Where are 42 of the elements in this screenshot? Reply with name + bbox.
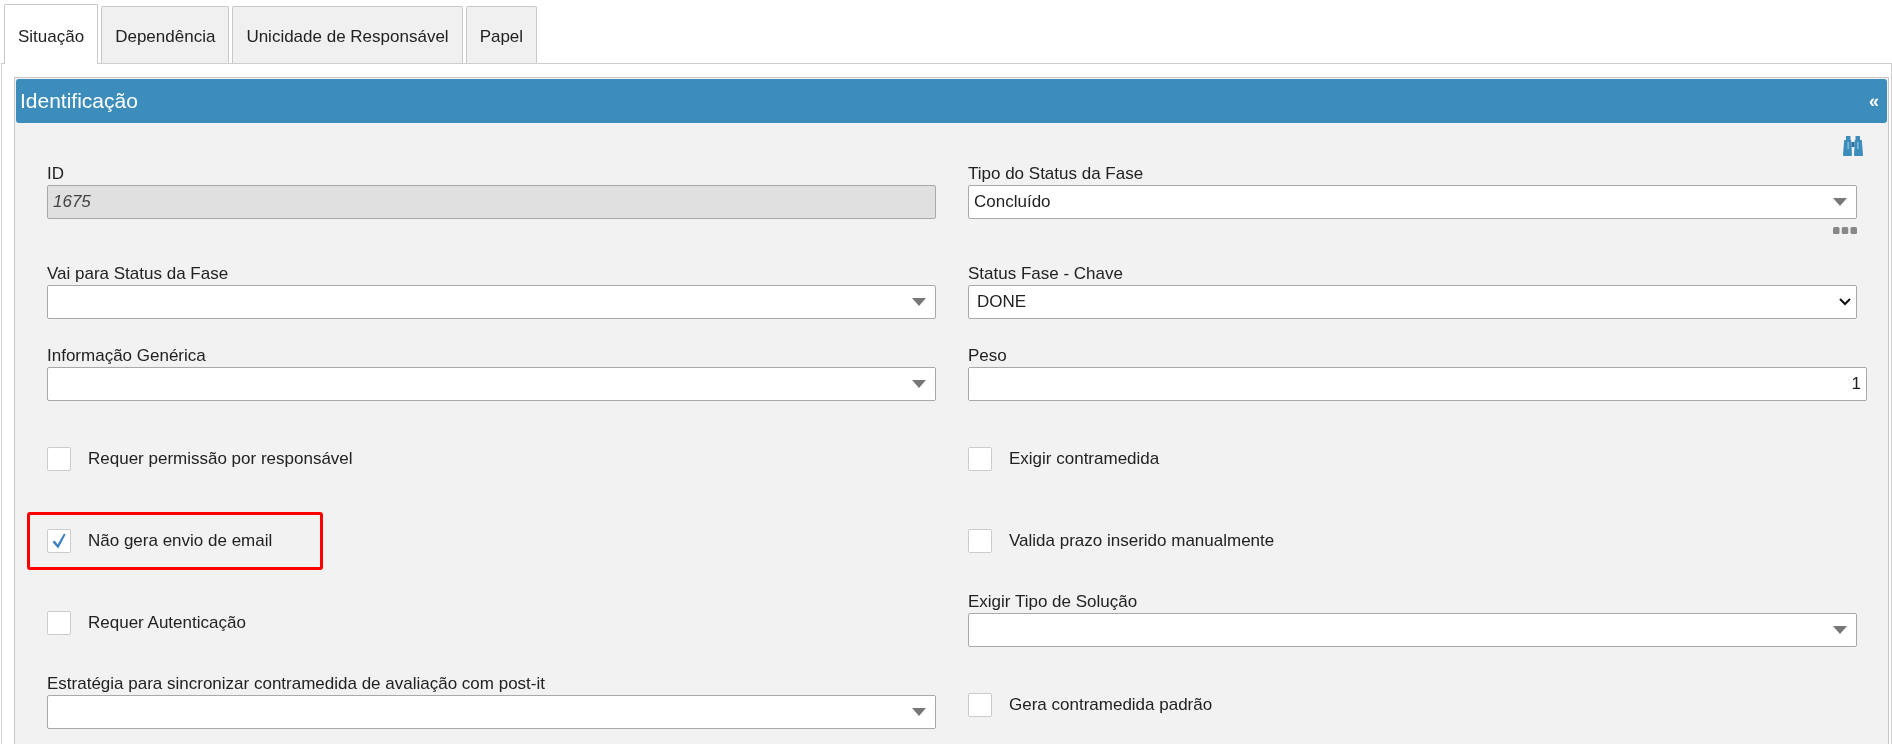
chevron-icon[interactable] bbox=[1839, 298, 1851, 306]
checkbox[interactable] bbox=[968, 529, 992, 553]
field-label: Informação Genérica bbox=[47, 346, 206, 365]
checkbox-label[interactable]: Requer permissão por responsável bbox=[88, 449, 353, 469]
collapse-button[interactable]: « bbox=[1869, 92, 1879, 110]
tab[interactable]: Unicidade de Responsável bbox=[232, 6, 463, 63]
checkbox-label[interactable]: Gera contramedida padrão bbox=[1009, 695, 1213, 715]
caret-icon[interactable] bbox=[912, 708, 926, 716]
checkbox[interactable] bbox=[47, 529, 71, 553]
caret-icon[interactable] bbox=[1833, 198, 1847, 206]
number-field[interactable]: 1 bbox=[968, 367, 1867, 401]
tab[interactable]: Situação bbox=[4, 4, 99, 64]
checkbox[interactable] bbox=[968, 447, 992, 471]
field-label: Peso bbox=[968, 346, 1007, 365]
field-label: Tipo do Status da Fase bbox=[968, 164, 1144, 183]
checkbox[interactable] bbox=[47, 611, 71, 635]
checkbox-label[interactable]: Exigir contramedida bbox=[1009, 449, 1160, 469]
panel-title: Identificação bbox=[20, 89, 138, 113]
field-label: ID bbox=[47, 164, 64, 183]
tab[interactable]: Dependência bbox=[101, 6, 230, 63]
dropdown-field[interactable] bbox=[47, 285, 936, 319]
check-icon bbox=[52, 533, 66, 549]
dropdown-field[interactable] bbox=[47, 367, 936, 401]
checkbox[interactable] bbox=[47, 447, 71, 471]
field-label: Vai para Status da Fase bbox=[47, 264, 229, 283]
binoculars-icon[interactable] bbox=[1843, 136, 1863, 156]
checkbox-label[interactable]: Valida prazo inserido manualmente bbox=[1009, 531, 1275, 551]
dropdown-field[interactable] bbox=[47, 695, 936, 729]
caret-icon[interactable] bbox=[1833, 626, 1847, 634]
checkbox-label[interactable]: Requer Autenticação bbox=[88, 613, 246, 633]
field-label: Status Fase - Chave bbox=[968, 264, 1123, 283]
dropdown-field[interactable] bbox=[968, 613, 1857, 647]
caret-icon[interactable] bbox=[912, 380, 926, 388]
field-label: Estratégia para sincronizar contramedida de avaliação com post-it bbox=[47, 674, 545, 693]
dropdown-field[interactable]: Concluído bbox=[968, 185, 1857, 219]
field-label: Exigir Tipo de Solução bbox=[968, 592, 1138, 611]
dropdown-field[interactable]: DONE bbox=[968, 285, 1857, 319]
caret-icon[interactable] bbox=[912, 298, 926, 306]
ellipsis-icon[interactable] bbox=[1833, 227, 1857, 234]
checkbox[interactable] bbox=[968, 693, 992, 717]
tab[interactable]: Papel bbox=[465, 6, 538, 63]
checkbox-label[interactable]: Não gera envio de email bbox=[88, 531, 273, 551]
